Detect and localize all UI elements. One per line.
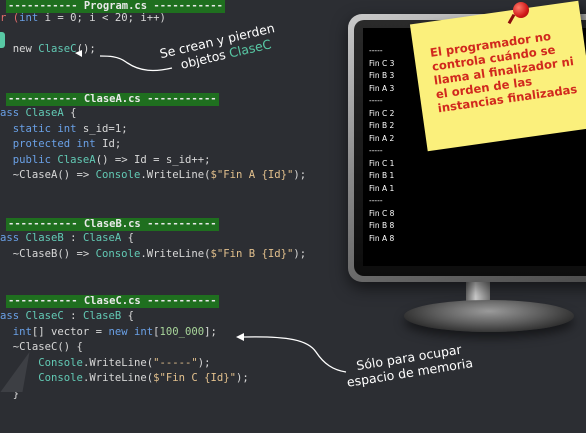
console-output-line: ----- (369, 46, 383, 55)
console-output-line: Fin B 8 (369, 221, 395, 230)
console-output-line: Fin B 2 (369, 121, 395, 130)
console-output-line: Fin C 3 (369, 58, 395, 68)
clasea-file-header: ----------- ClaseA.cs ----------- (6, 93, 219, 106)
console-output-line: Fin B 3 (369, 71, 395, 80)
console-output-line: ----- (369, 146, 383, 155)
clasea-code: ass ClaseA { static int s_id=1; protecte… (0, 107, 307, 182)
claseb-code: ass ClaseB : ClaseA { ~ClaseB() => Conso… (0, 232, 307, 260)
console-output-line: ----- (369, 196, 383, 205)
console-output-line: Fin C 8 (369, 208, 395, 218)
annotation-memory-space: Sólo para ocupar espacio de memoria (345, 341, 474, 390)
console-output-line: Fin C 1 (369, 158, 395, 168)
clasec-file-header: ----------- ClaseC.cs ----------- (6, 295, 219, 308)
console-output-line: ----- (369, 96, 383, 105)
console-output-line: Fin A 3 (369, 83, 395, 93)
claseb-file-header: ----------- ClaseB.cs ----------- (6, 218, 219, 231)
sticky-note: El programador no controla cuándo se lla… (409, 0, 586, 152)
console-output-line: Fin A 2 (369, 133, 395, 143)
sticky-note-text: El programador no controla cuándo se lla… (429, 29, 579, 116)
monitor-stand-base (404, 300, 574, 332)
console-output-line: Fin C 2 (369, 108, 395, 118)
clasec-code: ass ClaseC : ClaseB { int[] vector = new… (0, 310, 249, 400)
annotation-arrow-2 (236, 333, 347, 373)
console-output-line: Fin A 8 (369, 233, 395, 243)
console-output-line: Fin A 1 (369, 183, 395, 193)
console-output-line: Fin B 1 (369, 171, 395, 180)
annotation-arrow-1 (75, 50, 173, 72)
red-pin-icon (513, 2, 529, 18)
program-line-1: r (int i = 0; i < 20; i++) (0, 12, 166, 24)
